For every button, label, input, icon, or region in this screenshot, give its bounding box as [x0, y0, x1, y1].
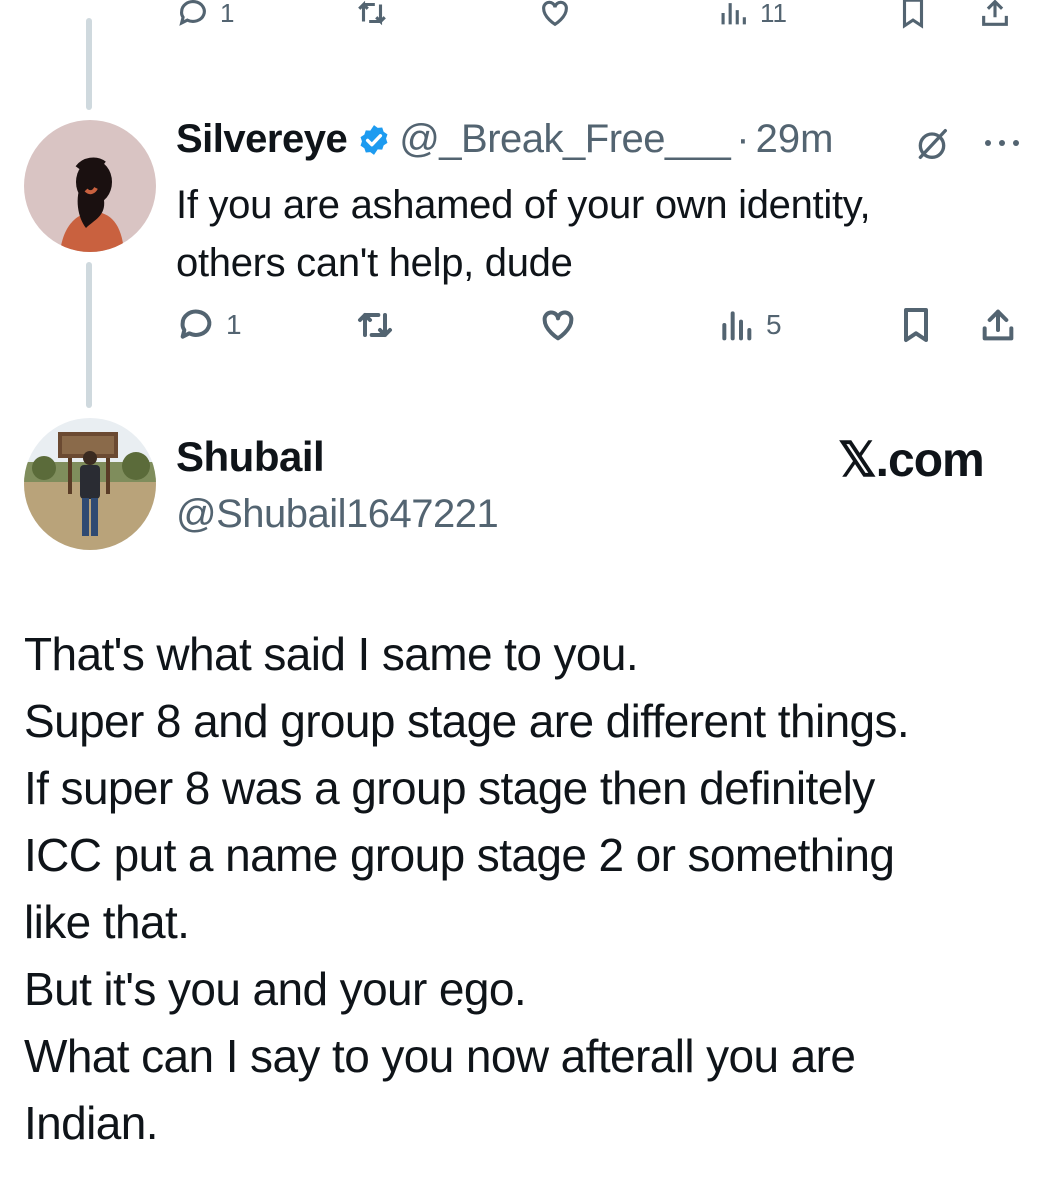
verified-badge-icon — [360, 124, 388, 155]
retweet-icon — [358, 0, 386, 26]
bookmark-button[interactable] — [896, 0, 930, 30]
views-icon — [721, 3, 746, 25]
like-button[interactable] — [538, 305, 578, 345]
tweet-actions: 1 5 — [170, 305, 1030, 355]
reply-button[interactable]: 1 — [176, 305, 242, 345]
like-icon — [542, 0, 568, 27]
bookmark-icon — [904, 308, 928, 342]
share-button[interactable] — [978, 0, 1012, 30]
grok-icon[interactable] — [912, 124, 952, 164]
reply-text-line: If super 8 was a group stage then defini… — [24, 762, 875, 814]
tweet-text-line: If you are ashamed of your own identity, — [176, 183, 871, 227]
reply-text-line: Indian. — [24, 1097, 159, 1149]
reply-text-line: Super 8 and group stage are different th… — [24, 695, 910, 747]
reply-text: That's what said I same to you. Super 8 … — [24, 621, 1034, 1157]
views-button[interactable]: 5 — [716, 305, 782, 345]
author-name[interactable]: Silvereye — [176, 117, 348, 162]
reply-text-line: like that. — [24, 896, 190, 948]
avatar-shubail[interactable] — [24, 418, 156, 550]
reply-button[interactable]: 1 — [176, 0, 234, 30]
reply-author-name[interactable]: Shubail — [176, 433, 325, 481]
views-count: 5 — [766, 309, 782, 340]
separator-dot: · — [736, 117, 750, 161]
avatar-image — [24, 418, 156, 550]
views-icon — [722, 311, 752, 341]
reply-icon — [179, 0, 206, 26]
reply-count: 1 — [226, 309, 242, 340]
like-icon — [542, 310, 574, 341]
retweet-button[interactable] — [355, 305, 395, 345]
thread-line-bottom — [86, 262, 92, 408]
retweet-icon — [358, 313, 392, 337]
avatar-image — [24, 120, 156, 252]
tweet-text-line: others can't help, dude — [176, 241, 573, 285]
reply-text-line: That's what said I same to you. — [24, 628, 639, 680]
more-icon[interactable] — [980, 128, 1024, 158]
reply-icon — [180, 309, 212, 339]
previous-tweet-actions: 1 11 — [170, 0, 1030, 46]
bookmark-icon — [902, 0, 924, 29]
views-count: 11 — [760, 0, 787, 28]
like-button[interactable] — [538, 0, 572, 30]
share-icon — [982, 0, 1008, 26]
reply-count: 1 — [220, 0, 235, 28]
share-icon — [982, 309, 1014, 341]
avatar-silvereye[interactable] — [24, 120, 156, 252]
tweet-text: If you are ashamed of your own identity,… — [176, 176, 1026, 292]
reply-author-handle[interactable]: @Shubail1647221 — [176, 492, 499, 537]
tweet-time[interactable]: 29m — [756, 117, 834, 162]
x-com-logo: 𝕏.com — [838, 434, 985, 487]
reply-text-line: What can I say to you now afterall you a… — [24, 1030, 856, 1082]
author-handle[interactable]: @_Break_Free___ — [399, 117, 731, 162]
reply-text-line: But it's you and your ego. — [24, 963, 527, 1015]
retweet-button[interactable] — [355, 0, 389, 30]
views-button[interactable]: 11 — [716, 0, 787, 30]
share-button[interactable] — [978, 305, 1018, 345]
reply-text-line: ICC put a name group stage 2 or somethin… — [24, 829, 895, 881]
bookmark-button[interactable] — [896, 305, 936, 345]
tweet-header: Silvereye @_Break_Free___ · 29m — [176, 117, 833, 162]
thread-line-top — [86, 18, 92, 110]
